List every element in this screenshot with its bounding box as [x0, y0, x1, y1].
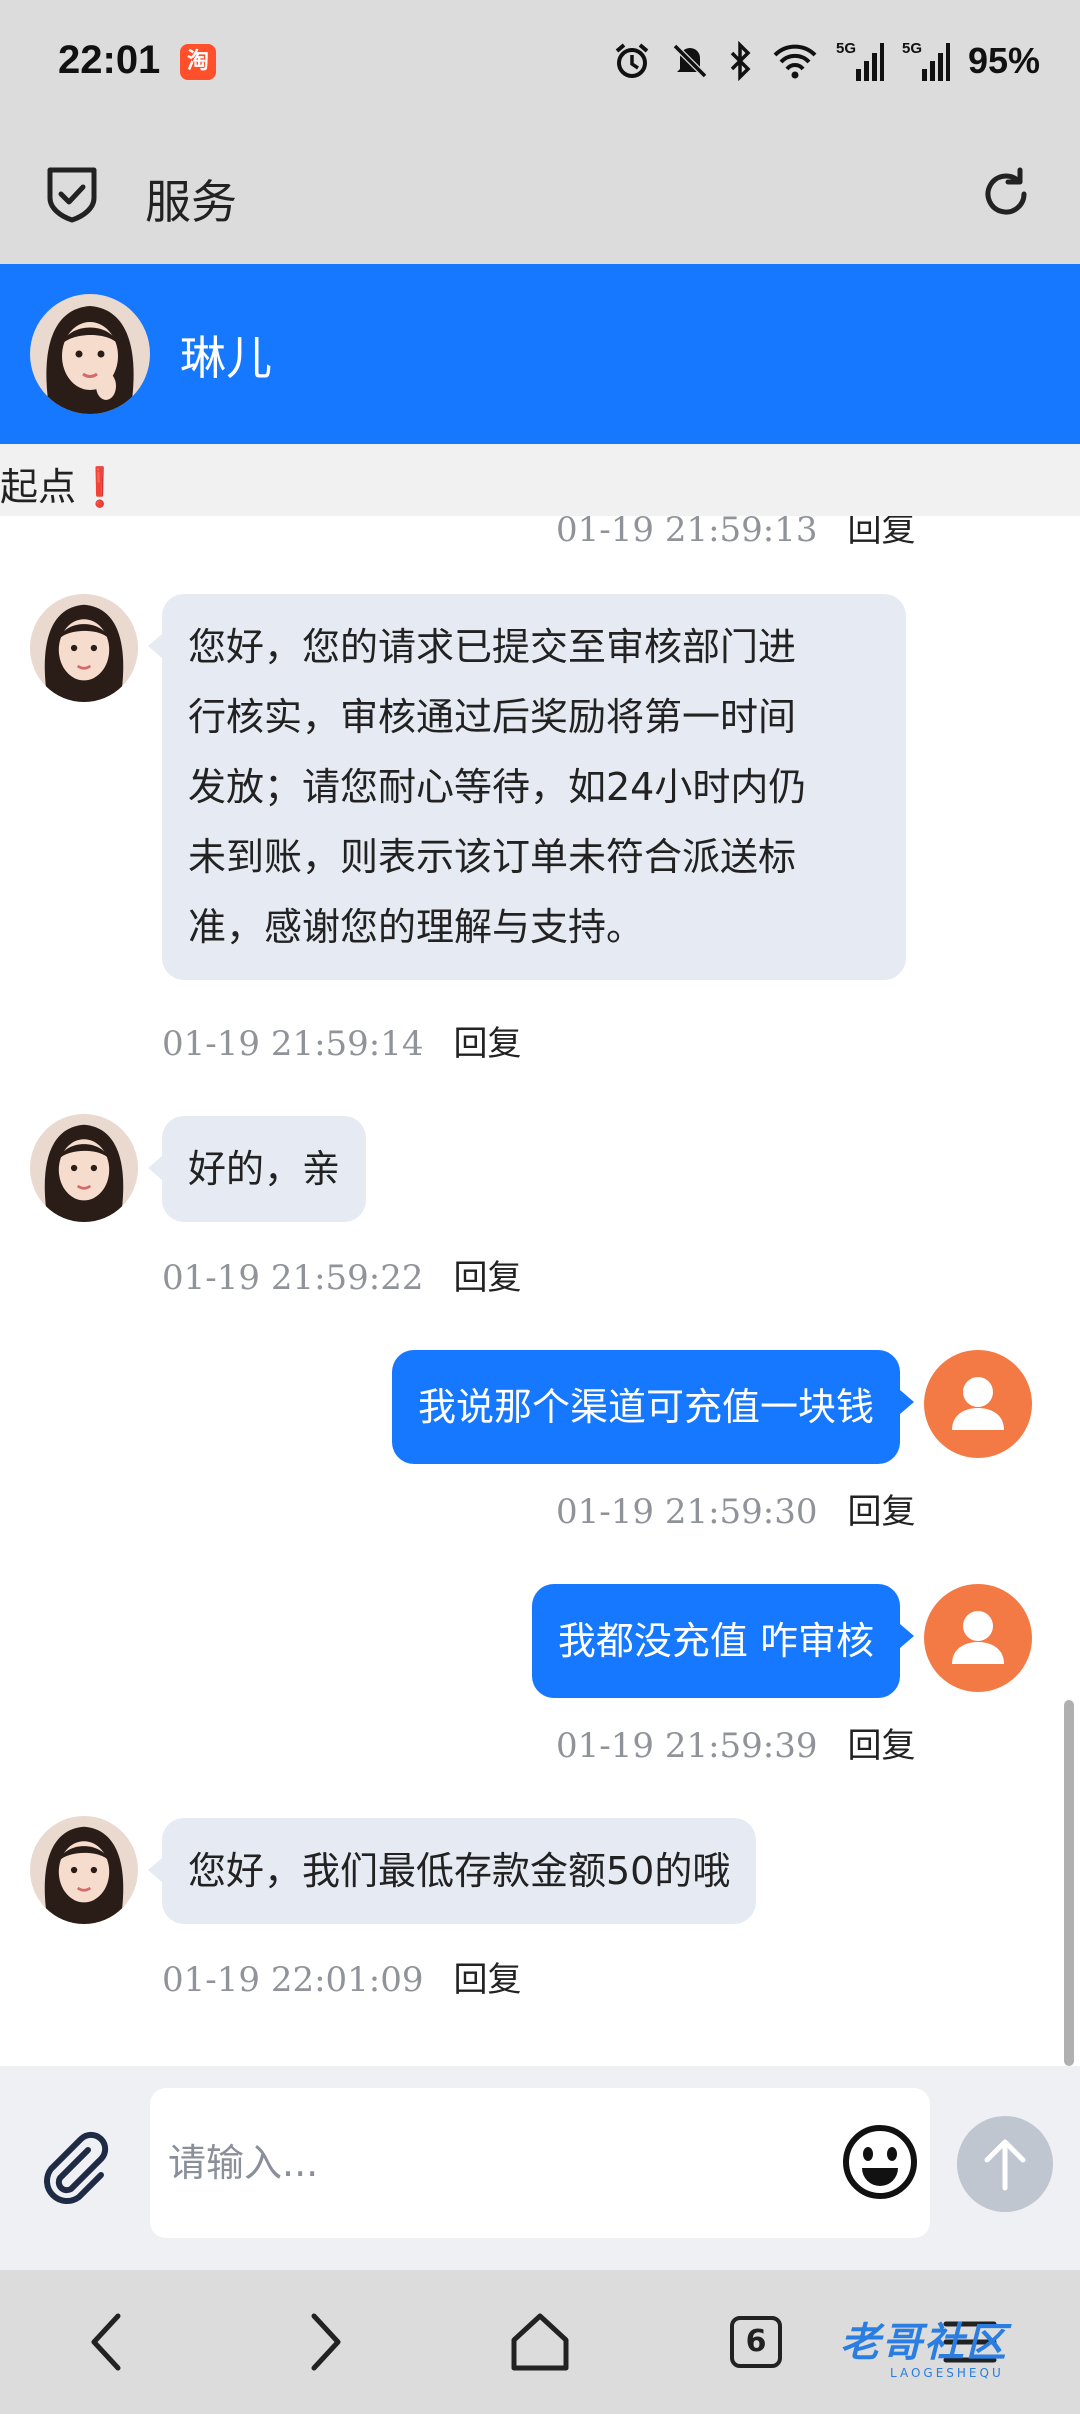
- user-icon: [952, 1611, 1004, 1664]
- message-time: 01-19 21:59:13: [556, 516, 818, 550]
- notice-text: 起点❗: [0, 456, 123, 511]
- arrow-up-icon: [984, 2139, 1026, 2191]
- watermark-subtitle: LAOGESHEQU: [890, 2366, 1004, 2380]
- message-bubble[interactable]: 您好，我们最低存款金额50的哦: [147, 1818, 757, 1924]
- message-bubble[interactable]: 您好，您的请求已提交至审核部门进 行核实，审核通过后奖励将第一时间 发放；请您耐…: [148, 594, 906, 980]
- scrollbar[interactable]: [1064, 1700, 1074, 2066]
- status-icons: 5G 5G 95%: [612, 36, 1040, 86]
- alarm-icon: [615, 43, 649, 78]
- signal-5g-icon: 5G: [836, 40, 884, 81]
- agent-avatar[interactable]: [30, 1816, 138, 1924]
- reply-button[interactable]: 回复: [848, 516, 916, 550]
- emoji-icon[interactable]: [840, 2122, 920, 2202]
- wifi-icon: [773, 44, 817, 79]
- browser-toolbar: 服务: [0, 128, 1080, 264]
- svg-text:5G: 5G: [902, 40, 922, 57]
- exclamation-icon: ❗: [76, 465, 124, 509]
- notice-label: 起点: [0, 465, 77, 509]
- send-button[interactable]: [957, 2116, 1053, 2212]
- battery-level: 95%: [967, 40, 1040, 81]
- taobao-app-icon: 淘: [180, 44, 216, 80]
- watermark-logo: 老哥社区: [840, 2320, 1008, 2366]
- reply-button[interactable]: 回复: [454, 1960, 522, 2000]
- user-avatar[interactable]: [924, 1350, 1032, 1458]
- status-time: 22:01: [58, 38, 161, 82]
- shield-check-icon[interactable]: [44, 164, 100, 224]
- notice-bar: 起点❗: [0, 444, 1080, 516]
- chat-header: 琳儿: [0, 264, 1080, 444]
- message-meta: 01-19 21:59:30 回复: [556, 1484, 916, 1533]
- attachment-icon[interactable]: [36, 2128, 116, 2208]
- tabs-button[interactable]: 6: [730, 2316, 782, 2368]
- reply-button[interactable]: 回复: [454, 1258, 522, 1298]
- forward-icon[interactable]: [302, 2310, 346, 2374]
- agent-avatar[interactable]: [30, 1114, 138, 1222]
- message-bubble[interactable]: 我都没充值 咋审核: [531, 1584, 915, 1698]
- message-meta: 01-19 21:59:14 回复: [162, 1016, 522, 1065]
- signal-5g-icon: 5G: [902, 40, 950, 81]
- message-meta: 01-19 22:01:09 回复: [162, 1952, 522, 2001]
- message-input[interactable]: [150, 2088, 930, 2238]
- message-time: 01-19 21:59:14: [162, 1024, 424, 1064]
- mute-icon: [671, 42, 709, 80]
- refresh-icon[interactable]: [976, 164, 1036, 224]
- agent-avatar[interactable]: [30, 594, 138, 702]
- home-icon[interactable]: [508, 2310, 572, 2374]
- message-bubble[interactable]: 好的，亲: [147, 1116, 367, 1222]
- svg-text:5G: 5G: [836, 40, 856, 57]
- page-title: 服务: [145, 175, 237, 229]
- user-icon: [952, 1377, 1004, 1430]
- status-bar: 22:01 淘 5G 5G 95%: [0, 0, 1080, 128]
- browser-nav-bar: 6 老哥社区 LAOGESHEQU: [0, 2270, 1080, 2414]
- user-avatar[interactable]: [924, 1584, 1032, 1692]
- back-icon[interactable]: [86, 2310, 130, 2374]
- agent-name: 琳儿: [180, 331, 272, 385]
- message-meta: 01-19 21:59:13 回复: [556, 516, 916, 551]
- message-bubble[interactable]: 我说那个渠道可充值一块钱: [391, 1350, 915, 1464]
- agent-avatar[interactable]: [30, 294, 150, 414]
- message-composer: [0, 2066, 1080, 2270]
- message-meta: 01-19 21:59:22 回复: [162, 1250, 522, 1299]
- reply-button[interactable]: 回复: [454, 1024, 522, 1064]
- message-time: 01-19 21:59:39: [556, 1726, 818, 1766]
- message-list[interactable]: 01-19 21:59:13 回复 您好，您的请求已提交至审核部门进 行核实，审核…: [0, 516, 1062, 2066]
- reply-button[interactable]: 回复: [848, 1492, 916, 1532]
- message-time: 01-19 21:59:30: [556, 1492, 818, 1532]
- message-time: 01-19 22:01:09: [162, 1960, 424, 2000]
- reply-button[interactable]: 回复: [848, 1726, 916, 1766]
- message-meta: 01-19 21:59:39 回复: [556, 1718, 916, 1767]
- bluetooth-icon: [730, 41, 751, 81]
- message-time: 01-19 21:59:22: [162, 1258, 424, 1298]
